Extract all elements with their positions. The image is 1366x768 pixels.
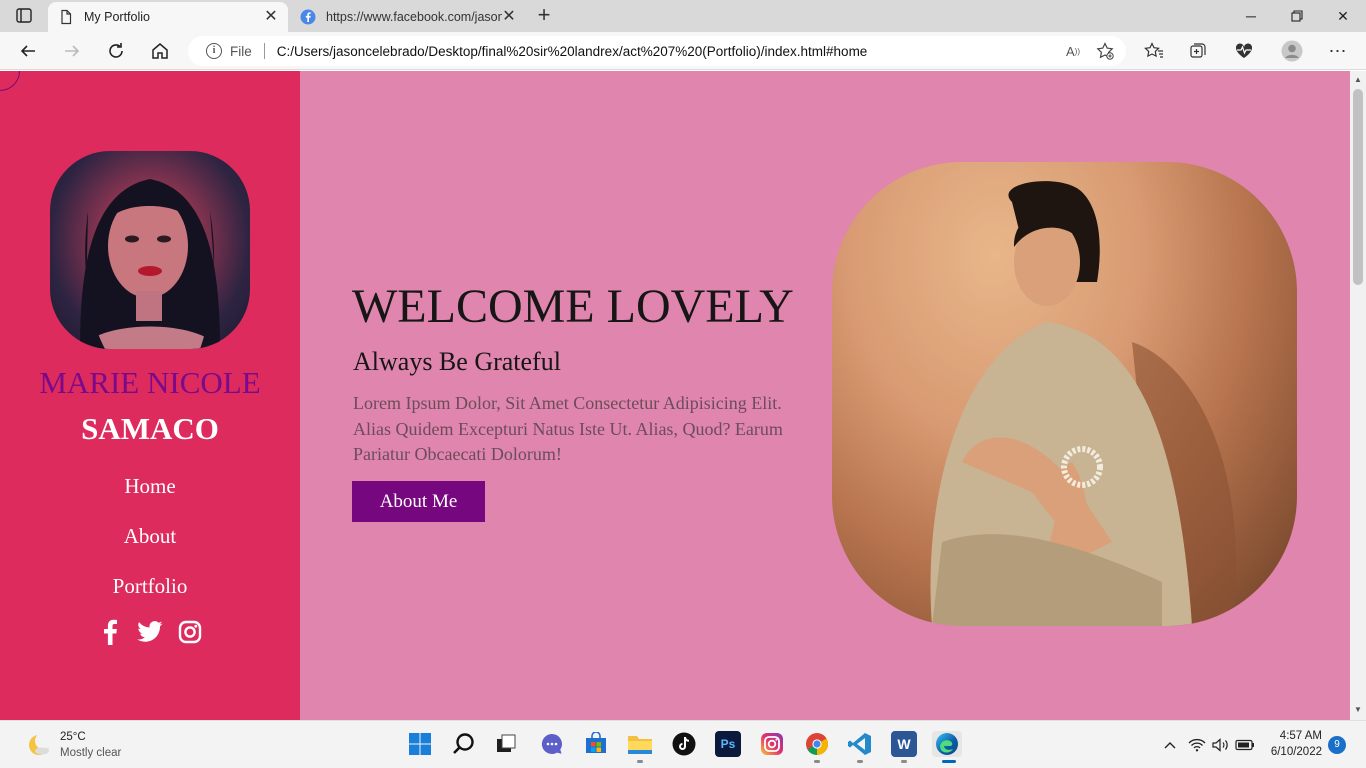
facebook-favicon-icon: [300, 9, 316, 25]
hero-photo: [832, 162, 1297, 626]
running-indicator: [857, 760, 863, 763]
weather-text: 25°C Mostly clear: [60, 729, 121, 761]
add-favorite-icon[interactable]: [1094, 40, 1116, 62]
browser-tab-strip: My Portfolio ✕ https://www.facebook.com/…: [0, 0, 1366, 32]
file-label: File: [230, 43, 252, 59]
profile-avatar-icon[interactable]: [1280, 39, 1304, 63]
wifi-icon[interactable]: [1186, 735, 1208, 755]
close-icon[interactable]: ✕: [264, 9, 278, 25]
page-scrollbar[interactable]: ▲ ▼: [1350, 71, 1366, 720]
page-icon: [58, 9, 74, 25]
microsoft-store-icon[interactable]: [583, 731, 609, 757]
read-aloud-icon[interactable]: A)): [1062, 40, 1084, 62]
info-icon[interactable]: i: [206, 43, 222, 59]
portfolio-page: MARIE NICOLE SAMACO Home About Portfolio…: [0, 71, 1350, 720]
settings-more-icon[interactable]: ⋯: [1326, 39, 1350, 63]
weather-temperature: 25°C: [60, 731, 86, 743]
scroll-up-icon[interactable]: ▲: [1354, 75, 1362, 84]
weather-widget[interactable]: 25°C Mostly clear: [26, 729, 121, 761]
active-indicator: [942, 760, 956, 763]
address-bar[interactable]: i File C:/Users/jasoncelebrado/Desktop/f…: [188, 36, 1126, 66]
name-last: SAMACO: [81, 411, 219, 446]
new-tab-button[interactable]: +: [532, 4, 556, 28]
file-explorer-icon[interactable]: [627, 731, 653, 757]
hero-subtitle: Always Be Grateful: [353, 347, 561, 376]
weather-condition: Mostly clear: [60, 747, 122, 759]
browser-essentials-icon[interactable]: [1232, 39, 1256, 63]
scroll-down-icon[interactable]: ▼: [1354, 705, 1362, 714]
twitter-icon[interactable]: [137, 619, 163, 645]
hero-description: Lorem Ipsum Dolor, Sit Amet Consectetur …: [353, 393, 783, 464]
profile-photo: [50, 151, 250, 349]
close-window-button[interactable]: ✕: [1320, 0, 1366, 32]
search-icon[interactable]: [451, 731, 477, 757]
chevron-up-icon[interactable]: [1160, 735, 1180, 755]
minimize-button[interactable]: ─: [1228, 0, 1274, 32]
instagram-app-icon[interactable]: [759, 731, 785, 757]
url-text[interactable]: C:/Users/jasoncelebrado/Desktop/final%20…: [277, 44, 1062, 59]
running-indicator: [814, 760, 820, 763]
cursor-circle-decoration: [0, 71, 20, 91]
collections-icon[interactable]: [1186, 39, 1210, 63]
clock-date: 6/10/2022: [1270, 746, 1322, 758]
tab-title: https://www.facebook.com/jason: [326, 10, 502, 24]
tab-title: My Portfolio: [84, 10, 150, 24]
running-indicator: [637, 760, 643, 763]
running-indicator: [901, 760, 907, 763]
nav-about-link[interactable]: About: [0, 524, 300, 549]
nav-home-link[interactable]: Home: [0, 474, 300, 499]
hero-title: WELCOME LOVELY: [352, 280, 794, 333]
name-first: MARIE NICOLE: [39, 365, 261, 400]
facebook-icon[interactable]: [97, 619, 123, 645]
start-windows-icon[interactable]: [407, 731, 433, 757]
tab-my-portfolio[interactable]: My Portfolio ✕: [48, 2, 288, 32]
edge-icon[interactable]: [932, 731, 962, 757]
back-icon[interactable]: [16, 39, 40, 63]
taskbar: 25°C Mostly clear Ps W 4:57 AM 6/10/2022…: [0, 720, 1366, 768]
forward-icon[interactable]: [60, 39, 84, 63]
word-icon[interactable]: W: [891, 731, 917, 757]
about-me-button[interactable]: About Me: [352, 481, 485, 522]
nav-portfolio-link[interactable]: Portfolio: [0, 574, 300, 599]
browser-toolbar: i File C:/Users/jasoncelebrado/Desktop/f…: [0, 32, 1366, 70]
notification-badge[interactable]: 9: [1328, 736, 1346, 754]
social-links: [0, 619, 300, 645]
task-view-icon[interactable]: [493, 731, 519, 757]
chrome-icon[interactable]: [804, 731, 830, 757]
clock-time: 4:57 AM: [1279, 730, 1322, 742]
home-icon[interactable]: [148, 39, 172, 63]
clock[interactable]: 4:57 AM 6/10/2022: [1271, 728, 1322, 760]
favorites-icon[interactable]: [1142, 39, 1166, 63]
tab-facebook[interactable]: https://www.facebook.com/jason ✕: [290, 2, 526, 32]
address-separator: [263, 43, 265, 59]
close-icon[interactable]: ✕: [502, 9, 516, 25]
refresh-icon[interactable]: [104, 39, 128, 63]
scroll-thumb[interactable]: [1353, 89, 1363, 285]
tiktok-icon[interactable]: [671, 731, 697, 757]
sidebar: MARIE NICOLE SAMACO Home About Portfolio: [0, 71, 300, 720]
chat-icon[interactable]: [539, 731, 565, 757]
volume-icon[interactable]: [1210, 735, 1232, 755]
instagram-icon[interactable]: [177, 619, 203, 645]
tab-actions-icon[interactable]: [10, 7, 38, 25]
restore-button[interactable]: [1274, 0, 1320, 32]
moon-weather-icon: [26, 732, 52, 758]
photoshop-icon[interactable]: Ps: [715, 731, 741, 757]
vscode-icon[interactable]: [847, 731, 873, 757]
battery-icon[interactable]: [1234, 735, 1256, 755]
